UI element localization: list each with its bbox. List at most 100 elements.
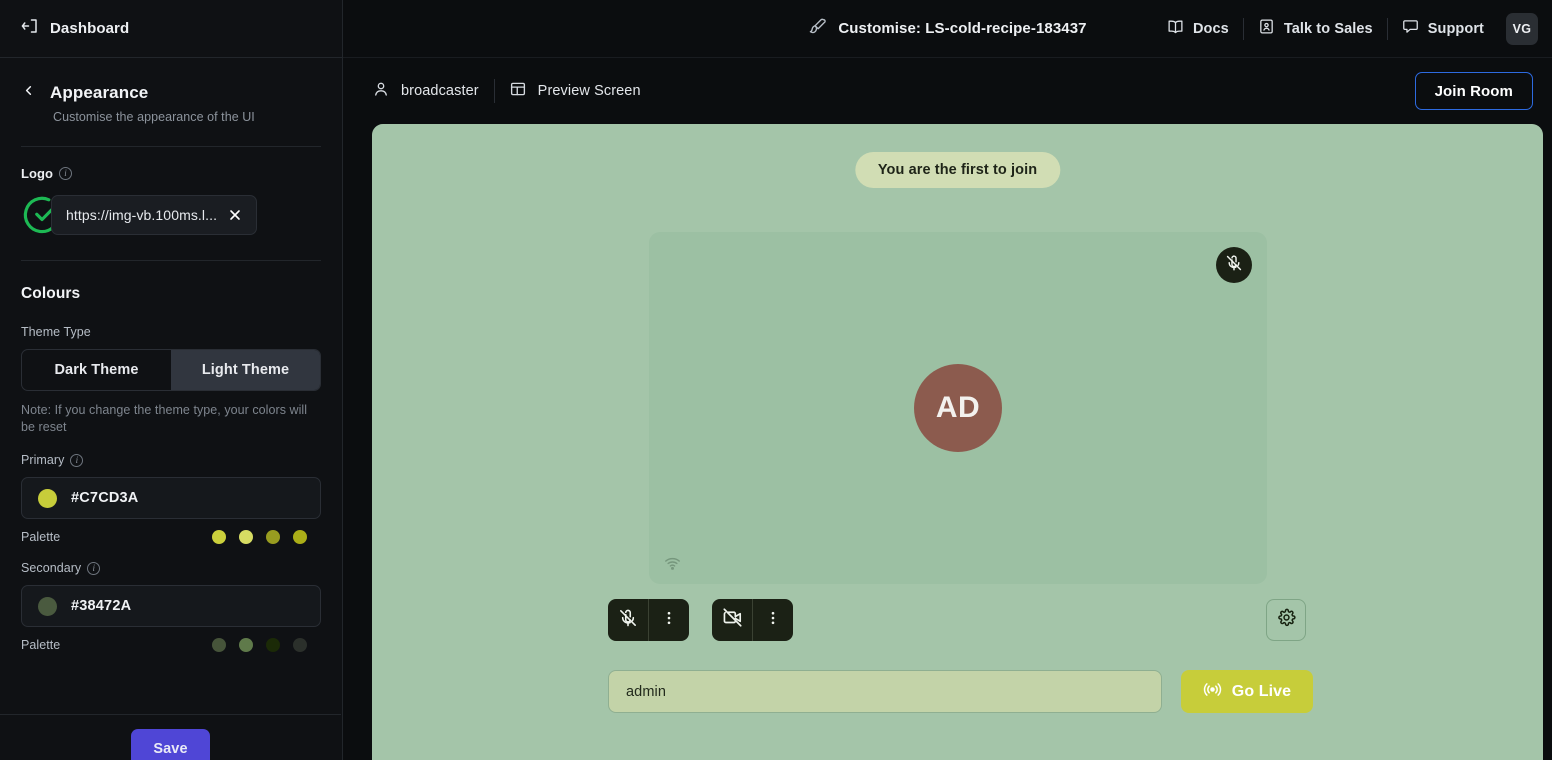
palette-dot[interactable]	[239, 530, 253, 544]
sub-bar: broadcaster Preview Screen Join Room	[343, 58, 1552, 124]
theme-option-light[interactable]: Light Theme	[171, 350, 320, 390]
screen-label: Preview Screen	[538, 83, 641, 99]
logo-section: Logo i https://img-vb.100ms.l...	[0, 166, 342, 236]
primary-palette-dots	[212, 530, 321, 544]
mic-control-group	[608, 599, 689, 641]
secondary-swatch	[38, 597, 57, 616]
palette-dot[interactable]	[293, 638, 307, 652]
preview-stage: You are the first to join AD	[372, 124, 1543, 760]
support-label: Support	[1428, 21, 1484, 37]
top-bar: Customise: LS-cold-recipe-183437 Docs	[343, 0, 1552, 58]
contact-card-icon	[1258, 18, 1275, 40]
preview-bottom-row: admin Go Live	[608, 670, 1313, 713]
close-icon[interactable]	[227, 207, 243, 223]
toast-message: You are the first to join	[855, 152, 1060, 188]
separator	[494, 79, 495, 103]
palette-dot[interactable]	[293, 530, 307, 544]
role-selector[interactable]: broadcaster	[372, 80, 492, 103]
colours-section: Colours Theme Type Dark Theme Light Them…	[0, 285, 342, 652]
kebab-menu-icon	[764, 609, 782, 632]
chat-bubble-icon	[1402, 18, 1419, 40]
theme-option-dark[interactable]: Dark Theme	[22, 350, 171, 390]
tile-avatar: AD	[914, 364, 1002, 452]
primary-label-row: Primary i	[21, 453, 321, 467]
docs-link[interactable]: Docs	[1153, 12, 1243, 46]
primary-color-field[interactable]: #C7CD3A	[21, 477, 321, 519]
camera-control-group	[712, 599, 793, 641]
primary-palette-row: Palette	[21, 530, 321, 544]
sidebar-scroll-area: Appearance Customise the appearance of t…	[0, 58, 342, 760]
dashboard-label: Dashboard	[50, 20, 129, 37]
appearance-header: Appearance Customise the appearance of t…	[0, 58, 342, 124]
page-subtitle: Customise the appearance of the UI	[53, 110, 321, 124]
avatar[interactable]: VG	[1506, 13, 1538, 45]
join-room-button[interactable]: Join Room	[1415, 72, 1533, 110]
layout-icon	[509, 80, 527, 103]
talk-to-sales-label: Talk to Sales	[1284, 21, 1373, 37]
main-panel: Customise: LS-cold-recipe-183437 Docs	[343, 0, 1552, 760]
video-off-icon	[722, 607, 743, 633]
go-live-label: Go Live	[1232, 683, 1291, 701]
primary-label: Primary	[21, 453, 64, 467]
docs-label: Docs	[1193, 21, 1229, 37]
primary-palette-label: Palette	[21, 530, 60, 544]
logo-url-field[interactable]: https://img-vb.100ms.l...	[51, 195, 257, 235]
save-button[interactable]: Save	[131, 729, 210, 760]
secondary-label-row: Secondary i	[21, 561, 321, 575]
name-input[interactable]: admin	[608, 670, 1162, 713]
microphone-off-icon	[618, 608, 638, 633]
chevron-left-icon[interactable]	[21, 83, 36, 103]
info-icon[interactable]: i	[87, 562, 100, 575]
theme-type-toggle: Dark Theme Light Theme	[21, 349, 321, 391]
mic-toggle-button[interactable]	[608, 599, 648, 641]
divider	[21, 260, 321, 261]
wifi-icon	[661, 552, 683, 574]
logo-row: https://img-vb.100ms.l...	[21, 194, 321, 236]
palette-dot[interactable]	[212, 530, 226, 544]
camera-options-button[interactable]	[753, 599, 793, 641]
sidebar-dashboard-link[interactable]: Dashboard	[0, 0, 342, 58]
top-bar-title: Customise: LS-cold-recipe-183437	[838, 20, 1086, 37]
palette-dot[interactable]	[239, 638, 253, 652]
paintbrush-icon	[808, 17, 827, 41]
primary-swatch	[38, 489, 57, 508]
logo-label: Logo	[21, 166, 53, 181]
palette-dot[interactable]	[266, 638, 280, 652]
palette-dot[interactable]	[212, 638, 226, 652]
palette-dot[interactable]	[266, 530, 280, 544]
support-link[interactable]: Support	[1388, 12, 1498, 46]
screen-selector[interactable]: Preview Screen	[509, 80, 654, 103]
video-tile: AD	[649, 232, 1267, 584]
info-icon[interactable]: i	[59, 167, 72, 180]
primary-hex-value: #C7CD3A	[71, 490, 138, 506]
mic-options-button[interactable]	[649, 599, 689, 641]
secondary-palette-dots	[212, 638, 321, 652]
go-live-button[interactable]: Go Live	[1181, 670, 1313, 713]
secondary-hex-value: #38472A	[71, 598, 131, 614]
top-bar-actions: Docs Talk to Sales	[1153, 12, 1552, 46]
logo-label-row: Logo i	[21, 166, 321, 181]
settings-button[interactable]	[1266, 599, 1306, 641]
app-root: Dashboard Appearance Customise the appea…	[0, 0, 1552, 760]
media-controls	[608, 599, 793, 641]
divider	[21, 146, 321, 147]
broadcast-icon	[1203, 680, 1222, 704]
arrow-left-to-bracket-icon	[21, 17, 39, 40]
gear-icon	[1277, 608, 1296, 632]
colours-title: Colours	[21, 285, 321, 303]
kebab-menu-icon	[660, 609, 678, 632]
secondary-label: Secondary	[21, 561, 81, 575]
theme-type-label: Theme Type	[21, 325, 321, 339]
theme-reset-note: Note: If you change the theme type, your…	[21, 402, 321, 436]
secondary-palette-label: Palette	[21, 638, 60, 652]
camera-toggle-button[interactable]	[712, 599, 752, 641]
sidebar: Dashboard Appearance Customise the appea…	[0, 0, 343, 760]
person-icon	[372, 80, 390, 103]
secondary-color-field[interactable]: #38472A	[21, 585, 321, 627]
secondary-palette-row: Palette	[21, 638, 321, 652]
talk-to-sales-link[interactable]: Talk to Sales	[1244, 12, 1387, 46]
info-icon[interactable]: i	[70, 454, 83, 467]
page-title: Appearance	[50, 83, 148, 103]
book-icon	[1167, 18, 1184, 40]
logo-url-value: https://img-vb.100ms.l...	[66, 207, 217, 223]
